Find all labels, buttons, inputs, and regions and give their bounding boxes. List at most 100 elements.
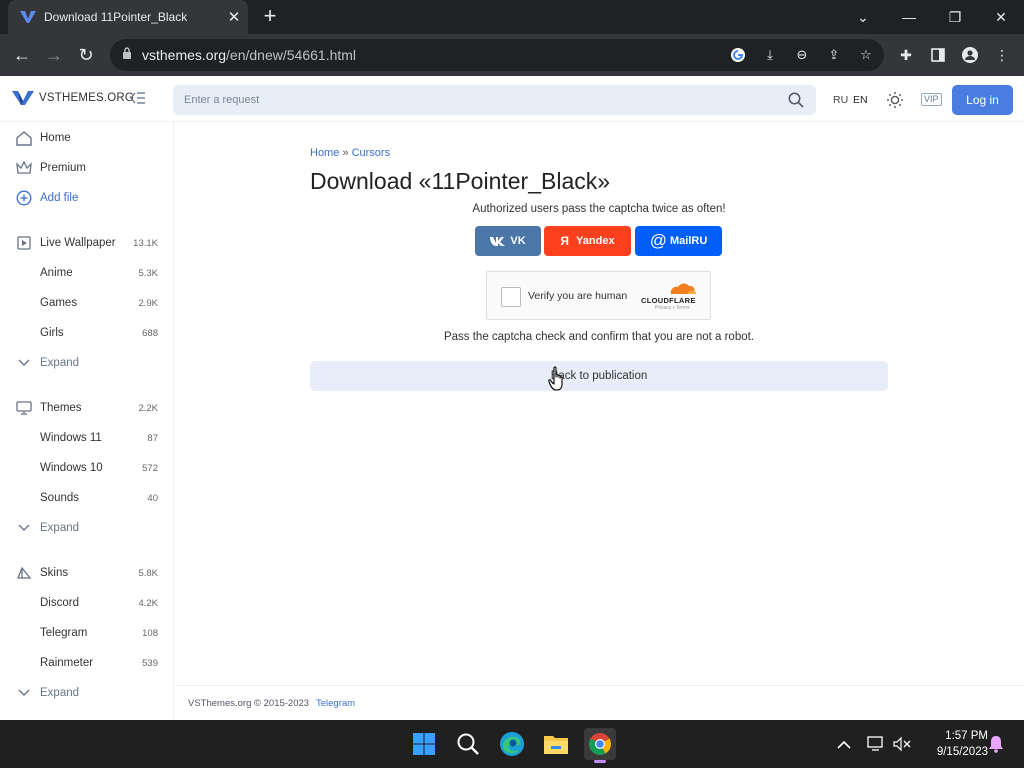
lock-icon	[122, 46, 132, 64]
footer-telegram-link[interactable]: Telegram	[316, 698, 355, 709]
yandex-login-button[interactable]: Я Yandex	[544, 226, 631, 256]
sidebar-item-discord[interactable]: Discord 4.2K	[0, 588, 174, 618]
bookmark-star-icon[interactable]: ☆	[856, 45, 876, 65]
sidebar-item-skins[interactable]: Skins 5.8K	[0, 558, 174, 588]
cloudflare-privacy-terms[interactable]: Privacy • Terms	[655, 305, 689, 311]
sidebar-item-girls[interactable]: Girls 688	[0, 318, 174, 348]
theme-toggle-sun-icon[interactable]	[886, 91, 904, 109]
zoom-icon[interactable]: ⊖	[792, 45, 812, 65]
system-clock[interactable]: 1:57 PM 9/15/2023	[918, 728, 988, 760]
sidebar-item-label: Games	[40, 297, 78, 309]
clock-date: 9/15/2023	[936, 746, 988, 758]
install-icon[interactable]: ⤓	[760, 45, 780, 65]
sidebar-item-count: 4.2K	[138, 597, 158, 609]
sidebar-item-windows-11[interactable]: Windows 11 87	[0, 423, 174, 453]
yandex-icon: Я	[560, 234, 570, 248]
site-header: VSTHEMES.ORG Enter a request RU EN VIP L…	[0, 76, 1024, 122]
sidebar-item-count: 5.3K	[138, 267, 158, 279]
sidebar-item-label: Skins	[40, 567, 69, 579]
sidebar-item-home[interactable]: Home	[0, 123, 174, 153]
page-title: Download «11Pointer_Black»	[310, 168, 611, 194]
site-logo[interactable]: VSTHEMES.ORG	[12, 90, 134, 106]
cloudflare-logo: CLOUDFLARE Privacy • Terms	[641, 281, 701, 311]
profile-avatar-icon[interactable]	[958, 43, 982, 67]
sidebar-item-anime[interactable]: Anime 5.3K	[0, 258, 174, 288]
tray-chevron-up-icon[interactable]	[834, 734, 854, 754]
sidebar-item-count: 2.2K	[138, 402, 158, 414]
chrome-taskbar-icon[interactable]	[584, 728, 616, 763]
back-to-publication-button[interactable]: Back to publication	[310, 361, 888, 391]
back-arrow-icon[interactable]: ←	[10, 43, 34, 67]
chrome-menu-icon[interactable]: ⋮	[990, 43, 1014, 67]
sidebar-item-games[interactable]: Games 2.9K	[0, 288, 174, 318]
volume-muted-icon[interactable]	[892, 734, 912, 754]
captcha-label: Verify you are human	[528, 290, 628, 302]
sidebar-item-rainmeter[interactable]: Rainmeter 539	[0, 648, 174, 678]
address-bar[interactable]: vsthemes.org/en/dnew/54661.html ⤓ ⊖ ⇪ ☆	[110, 39, 884, 71]
copyright-text: VSThemes.org © 2015-2023	[188, 698, 310, 709]
logo-text: VSTHEMES.ORG	[39, 92, 135, 104]
mailru-login-button[interactable]: @ MailRU	[635, 226, 722, 256]
sidebar-item-telegram[interactable]: Telegram 108	[0, 618, 174, 648]
chevron-down-icon	[16, 685, 32, 701]
search-icon[interactable]	[788, 92, 804, 108]
breadcrumb-cursors-link[interactable]: Cursors	[352, 147, 391, 159]
vsthemes-favicon-icon	[20, 9, 36, 25]
sidebar-item-themes[interactable]: Themes 2.2K	[0, 393, 174, 423]
close-tab-icon[interactable]: ✕	[220, 8, 248, 26]
lang-en-link[interactable]: EN	[853, 94, 868, 106]
cloudflare-captcha-widget: Verify you are human CLOUDFLARE Privacy …	[486, 271, 711, 320]
google-icon[interactable]	[728, 45, 748, 65]
sidebar-item-count: 5.8K	[138, 567, 158, 579]
breadcrumb: Home » Cursors	[310, 147, 390, 159]
sidebar-item-premium[interactable]: Premium	[0, 153, 174, 183]
sidebar-expand-themes[interactable]: Expand	[0, 513, 174, 543]
share-icon[interactable]: ⇪	[824, 45, 844, 65]
sidebar-item-add-file[interactable]: Add file	[0, 183, 174, 213]
notification-bell-icon[interactable]	[986, 734, 1006, 754]
minimize-button[interactable]: —	[886, 0, 932, 34]
search-input[interactable]: Enter a request	[173, 85, 816, 115]
breadcrumb-home-link[interactable]: Home	[310, 147, 339, 159]
network-monitor-icon[interactable]	[866, 734, 886, 754]
sidebar-expand-skins[interactable]: Expand	[0, 678, 174, 708]
browser-tab[interactable]: Download 11Pointer_Black ✕	[8, 0, 248, 34]
sidebar-item-count: 539	[142, 657, 158, 669]
sidebar-item-count: 108	[142, 627, 158, 639]
edge-browser-icon[interactable]	[496, 728, 528, 760]
windows-start-icon[interactable]	[408, 728, 440, 760]
lang-ru-link[interactable]: RU	[833, 94, 848, 106]
at-sign-icon: @	[649, 231, 667, 250]
side-panel-icon[interactable]	[926, 43, 950, 67]
captcha-checkbox[interactable]	[501, 287, 521, 307]
sidebar: Home Premium Add file Live Wallpaper 13.…	[0, 122, 174, 720]
vip-badge[interactable]: VIP	[921, 93, 942, 106]
captcha-instruction: Pass the captcha check and confirm that …	[443, 331, 755, 343]
close-window-button[interactable]: ✕	[978, 0, 1024, 34]
tab-search-chevron-icon[interactable]: ⌄	[840, 0, 886, 34]
vk-login-button[interactable]: VK	[475, 226, 541, 256]
cloudflare-brand-text: CLOUDFLARE	[641, 296, 696, 305]
search-placeholder: Enter a request	[184, 94, 260, 106]
clock-time: 1:57 PM	[945, 730, 988, 742]
sidebar-item-label: Girls	[40, 327, 64, 339]
sidebar-expand-wallpaper[interactable]: Expand	[0, 348, 174, 378]
restore-button[interactable]: ❐	[932, 0, 978, 34]
collapse-sidebar-icon[interactable]	[130, 92, 146, 107]
taskbar-search-icon[interactable]	[452, 728, 484, 760]
sidebar-item-label: Discord	[40, 597, 79, 609]
new-tab-button[interactable]: +	[258, 4, 282, 28]
sidebar-add-file-label: Add file	[40, 192, 79, 204]
extensions-puzzle-icon[interactable]: ✚	[894, 43, 918, 67]
sidebar-item-sounds[interactable]: Sounds 40	[0, 483, 174, 513]
file-explorer-icon[interactable]	[540, 728, 572, 760]
sidebar-item-windows-10[interactable]: Windows 10 572	[0, 453, 174, 483]
sidebar-item-label: Themes	[40, 402, 82, 414]
login-button[interactable]: Log in	[952, 85, 1013, 115]
reload-icon[interactable]: ↻	[74, 43, 98, 67]
sidebar-item-live-wallpaper[interactable]: Live Wallpaper 13.1K	[0, 228, 174, 258]
sidebar-item-count: 572	[142, 462, 158, 474]
forward-arrow-icon[interactable]: →	[42, 43, 66, 67]
monitor-icon	[16, 400, 32, 416]
sidebar-premium-label: Premium	[40, 162, 87, 174]
